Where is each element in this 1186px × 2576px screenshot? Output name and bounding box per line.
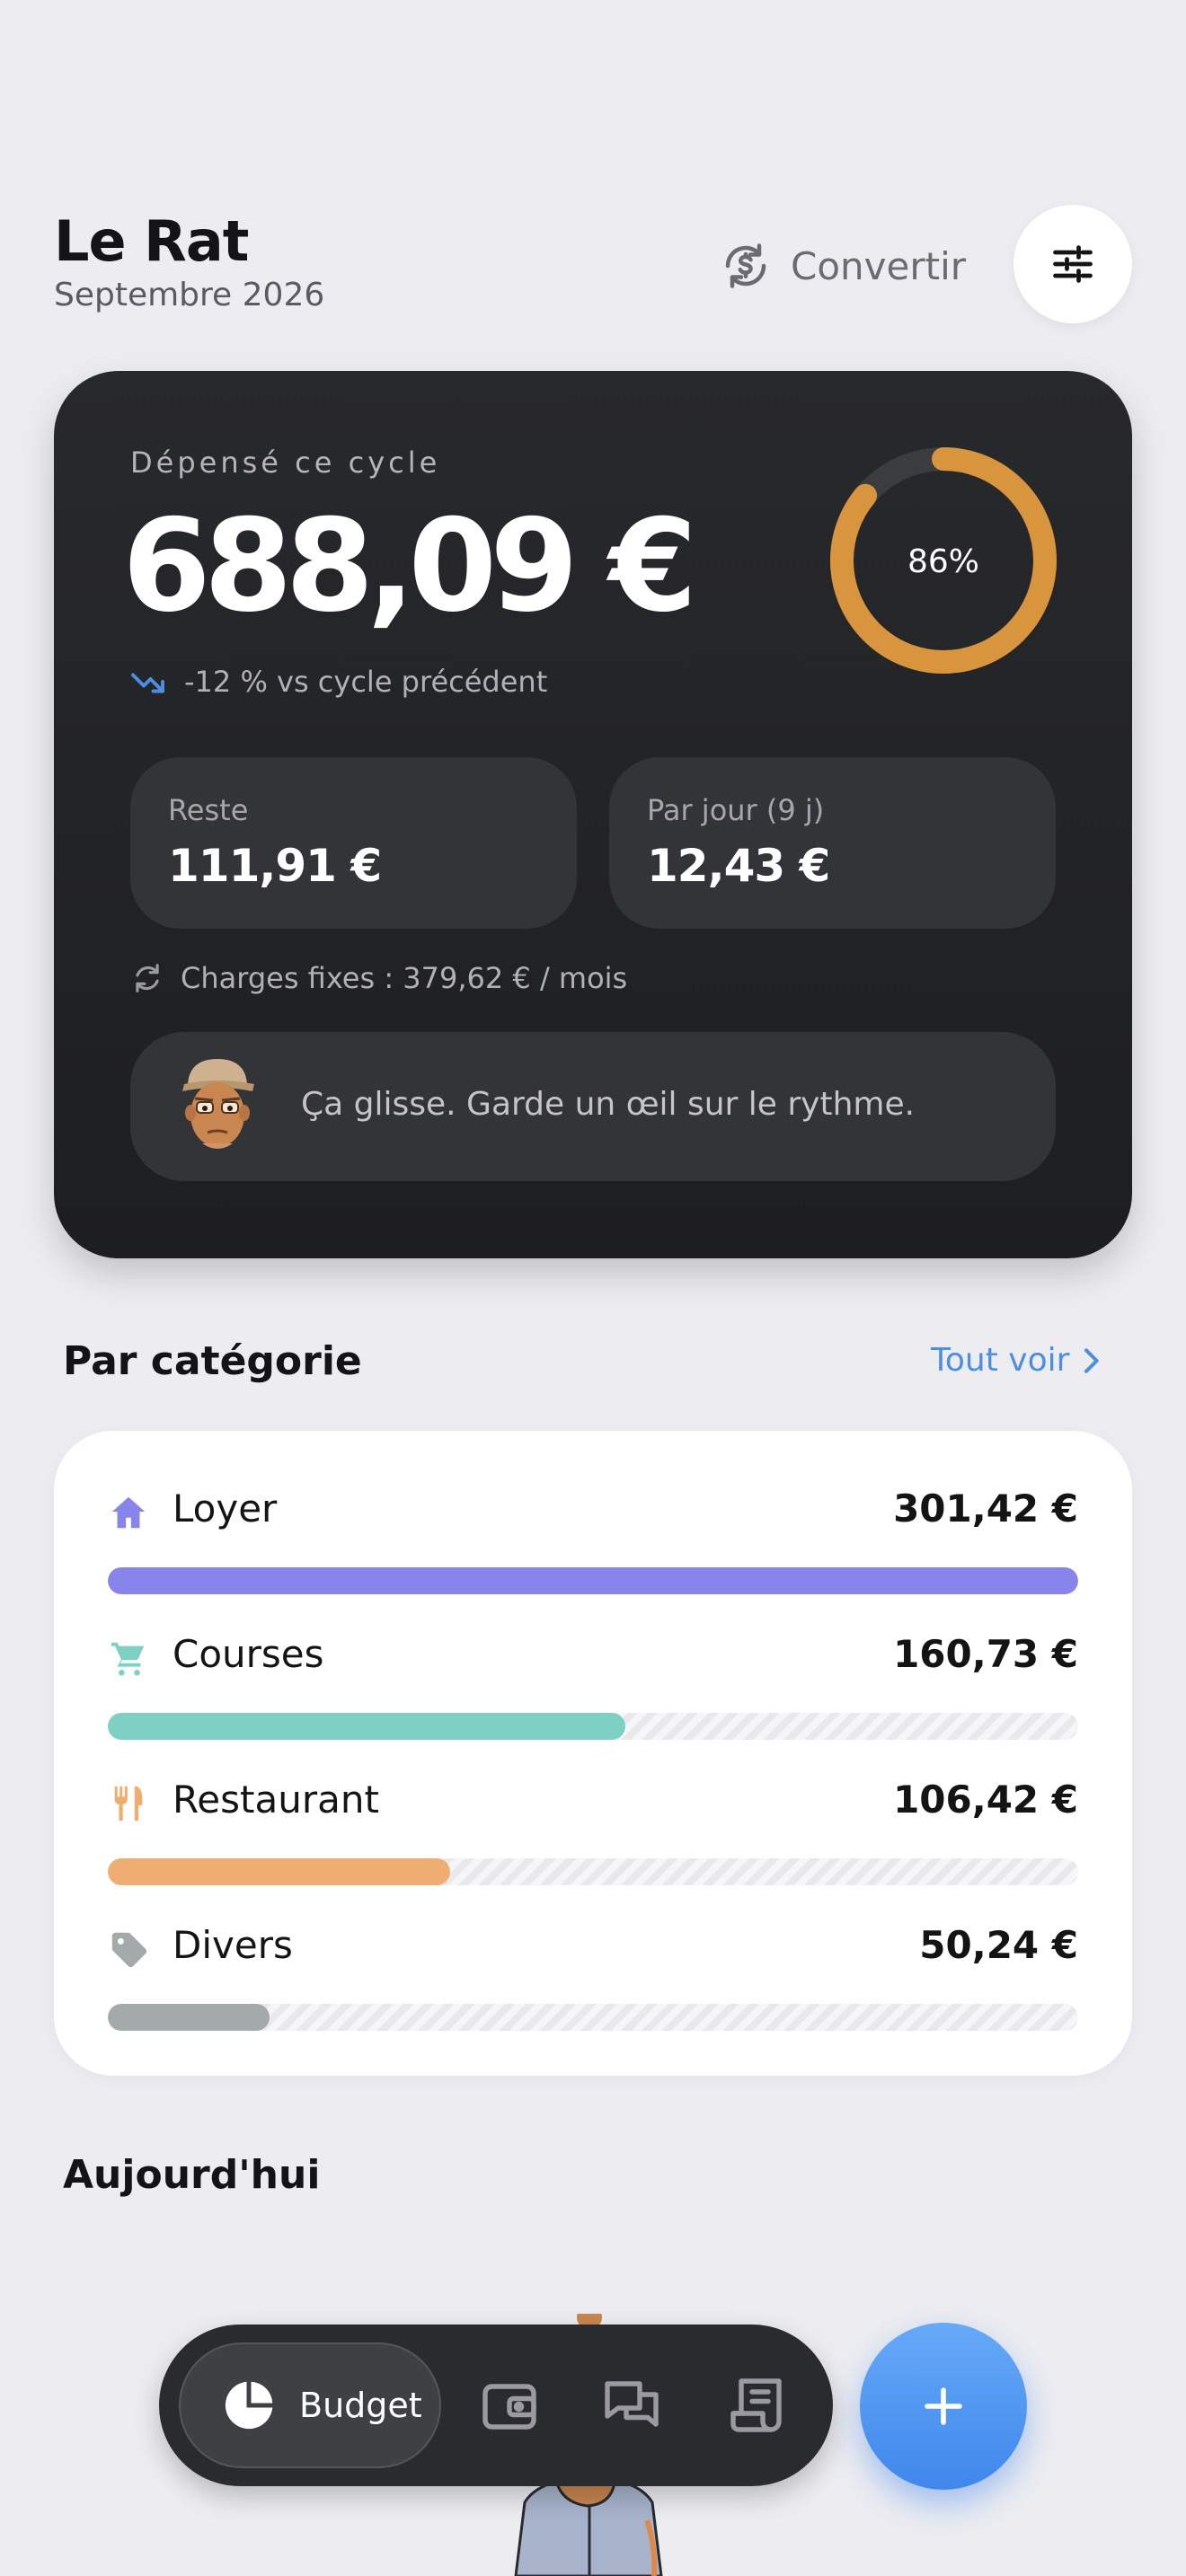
category-bar-fill xyxy=(108,1858,451,1885)
trend-down-icon xyxy=(131,673,164,693)
add-button[interactable] xyxy=(860,2323,1027,2490)
tag-icon xyxy=(111,1932,147,1968)
app-title: Le Rat xyxy=(54,208,249,274)
see-all-label: Tout voir xyxy=(931,1342,1070,1379)
category-bar-fill xyxy=(108,2004,270,2031)
category-bar-track xyxy=(108,2004,1078,2031)
spent-amount: 688,09 € xyxy=(122,492,697,640)
utensils-icon xyxy=(114,1786,143,1822)
pie-chart-icon xyxy=(225,2381,273,2430)
category-row[interactable]: Loyer 301,42 € xyxy=(108,1486,1078,1594)
per-day-tile: Par jour (9 j) 12,43 € xyxy=(609,757,1056,929)
mascot-avatar xyxy=(182,1059,254,1149)
bottom-nav: Budget xyxy=(159,2325,833,2486)
category-name: Divers xyxy=(173,1923,293,1967)
per-day-label: Par jour (9 j) xyxy=(647,793,825,827)
category-row[interactable]: Restaurant 106,42 € xyxy=(108,1778,1078,1885)
chevron-right-icon xyxy=(1084,1347,1100,1373)
sliders-icon xyxy=(1053,245,1093,283)
categories-card: Loyer 301,42 € Courses 160,73 € Restaura… xyxy=(54,1431,1132,2076)
filter-button[interactable] xyxy=(1013,205,1132,323)
category-row[interactable]: Courses 160,73 € xyxy=(108,1632,1078,1740)
trend-indicator: -12 % vs cycle précédent xyxy=(130,665,547,699)
category-name: Restaurant xyxy=(173,1778,379,1822)
category-amount: 106,42 € xyxy=(893,1778,1078,1822)
nav-budget-label: Budget xyxy=(299,2386,422,2425)
convert-label: Convertir xyxy=(791,243,967,288)
category-name: Courses xyxy=(173,1632,324,1676)
fixed-charges: Charges fixes : 379,62 € / mois xyxy=(130,961,627,995)
category-row[interactable]: Divers 50,24 € xyxy=(108,1923,1078,2031)
receipt-icon[interactable] xyxy=(725,2373,790,2438)
trend-text: -12 % vs cycle précédent xyxy=(184,665,548,699)
category-bar-fill xyxy=(108,1713,625,1740)
remaining-value: 111,91 € xyxy=(168,840,382,892)
see-all-link[interactable]: Tout voir xyxy=(931,1342,1102,1379)
convert-button[interactable]: Convertir xyxy=(719,234,966,298)
remaining-label: Reste xyxy=(168,793,249,827)
category-bar-track xyxy=(108,1713,1078,1740)
category-amount: 50,24 € xyxy=(919,1923,1078,1967)
remaining-tile: Reste 111,91 € xyxy=(130,757,577,929)
category-bar-track xyxy=(108,1858,1078,1885)
category-amount: 301,42 € xyxy=(893,1486,1078,1531)
category-bar-track xyxy=(108,1567,1078,1594)
wallet-icon[interactable] xyxy=(477,2373,542,2438)
recurring-icon xyxy=(136,964,159,992)
period-subtitle: Septembre 2026 xyxy=(54,277,325,313)
mascot-message-text: Ça glisse. Garde un œil sur le rythme. xyxy=(301,1086,916,1123)
currency-exchange-icon xyxy=(725,243,766,288)
progress-ring-label: 86% xyxy=(907,543,979,580)
category-bar-fill xyxy=(108,1567,1078,1594)
category-amount: 160,73 € xyxy=(893,1632,1078,1676)
mascot-message: Ça glisse. Garde un œil sur le rythme. xyxy=(130,1032,1056,1181)
fixed-charges-text: Charges fixes : 379,62 € / mois xyxy=(181,961,628,995)
per-day-value: 12,43 € xyxy=(647,840,830,892)
category-name: Loyer xyxy=(173,1486,278,1531)
categories-title: Par catégorie xyxy=(63,1338,362,1384)
nav-budget-tab[interactable]: Budget xyxy=(179,2342,441,2468)
cart-icon xyxy=(111,1642,145,1676)
spent-label: Dépensé ce cycle xyxy=(130,446,441,480)
today-title: Aujourd'hui xyxy=(63,2152,321,2198)
plus-icon xyxy=(925,2387,962,2425)
progress-ring: 86% xyxy=(830,447,1057,674)
chat-icon[interactable] xyxy=(599,2373,664,2438)
home-icon xyxy=(111,1496,146,1529)
